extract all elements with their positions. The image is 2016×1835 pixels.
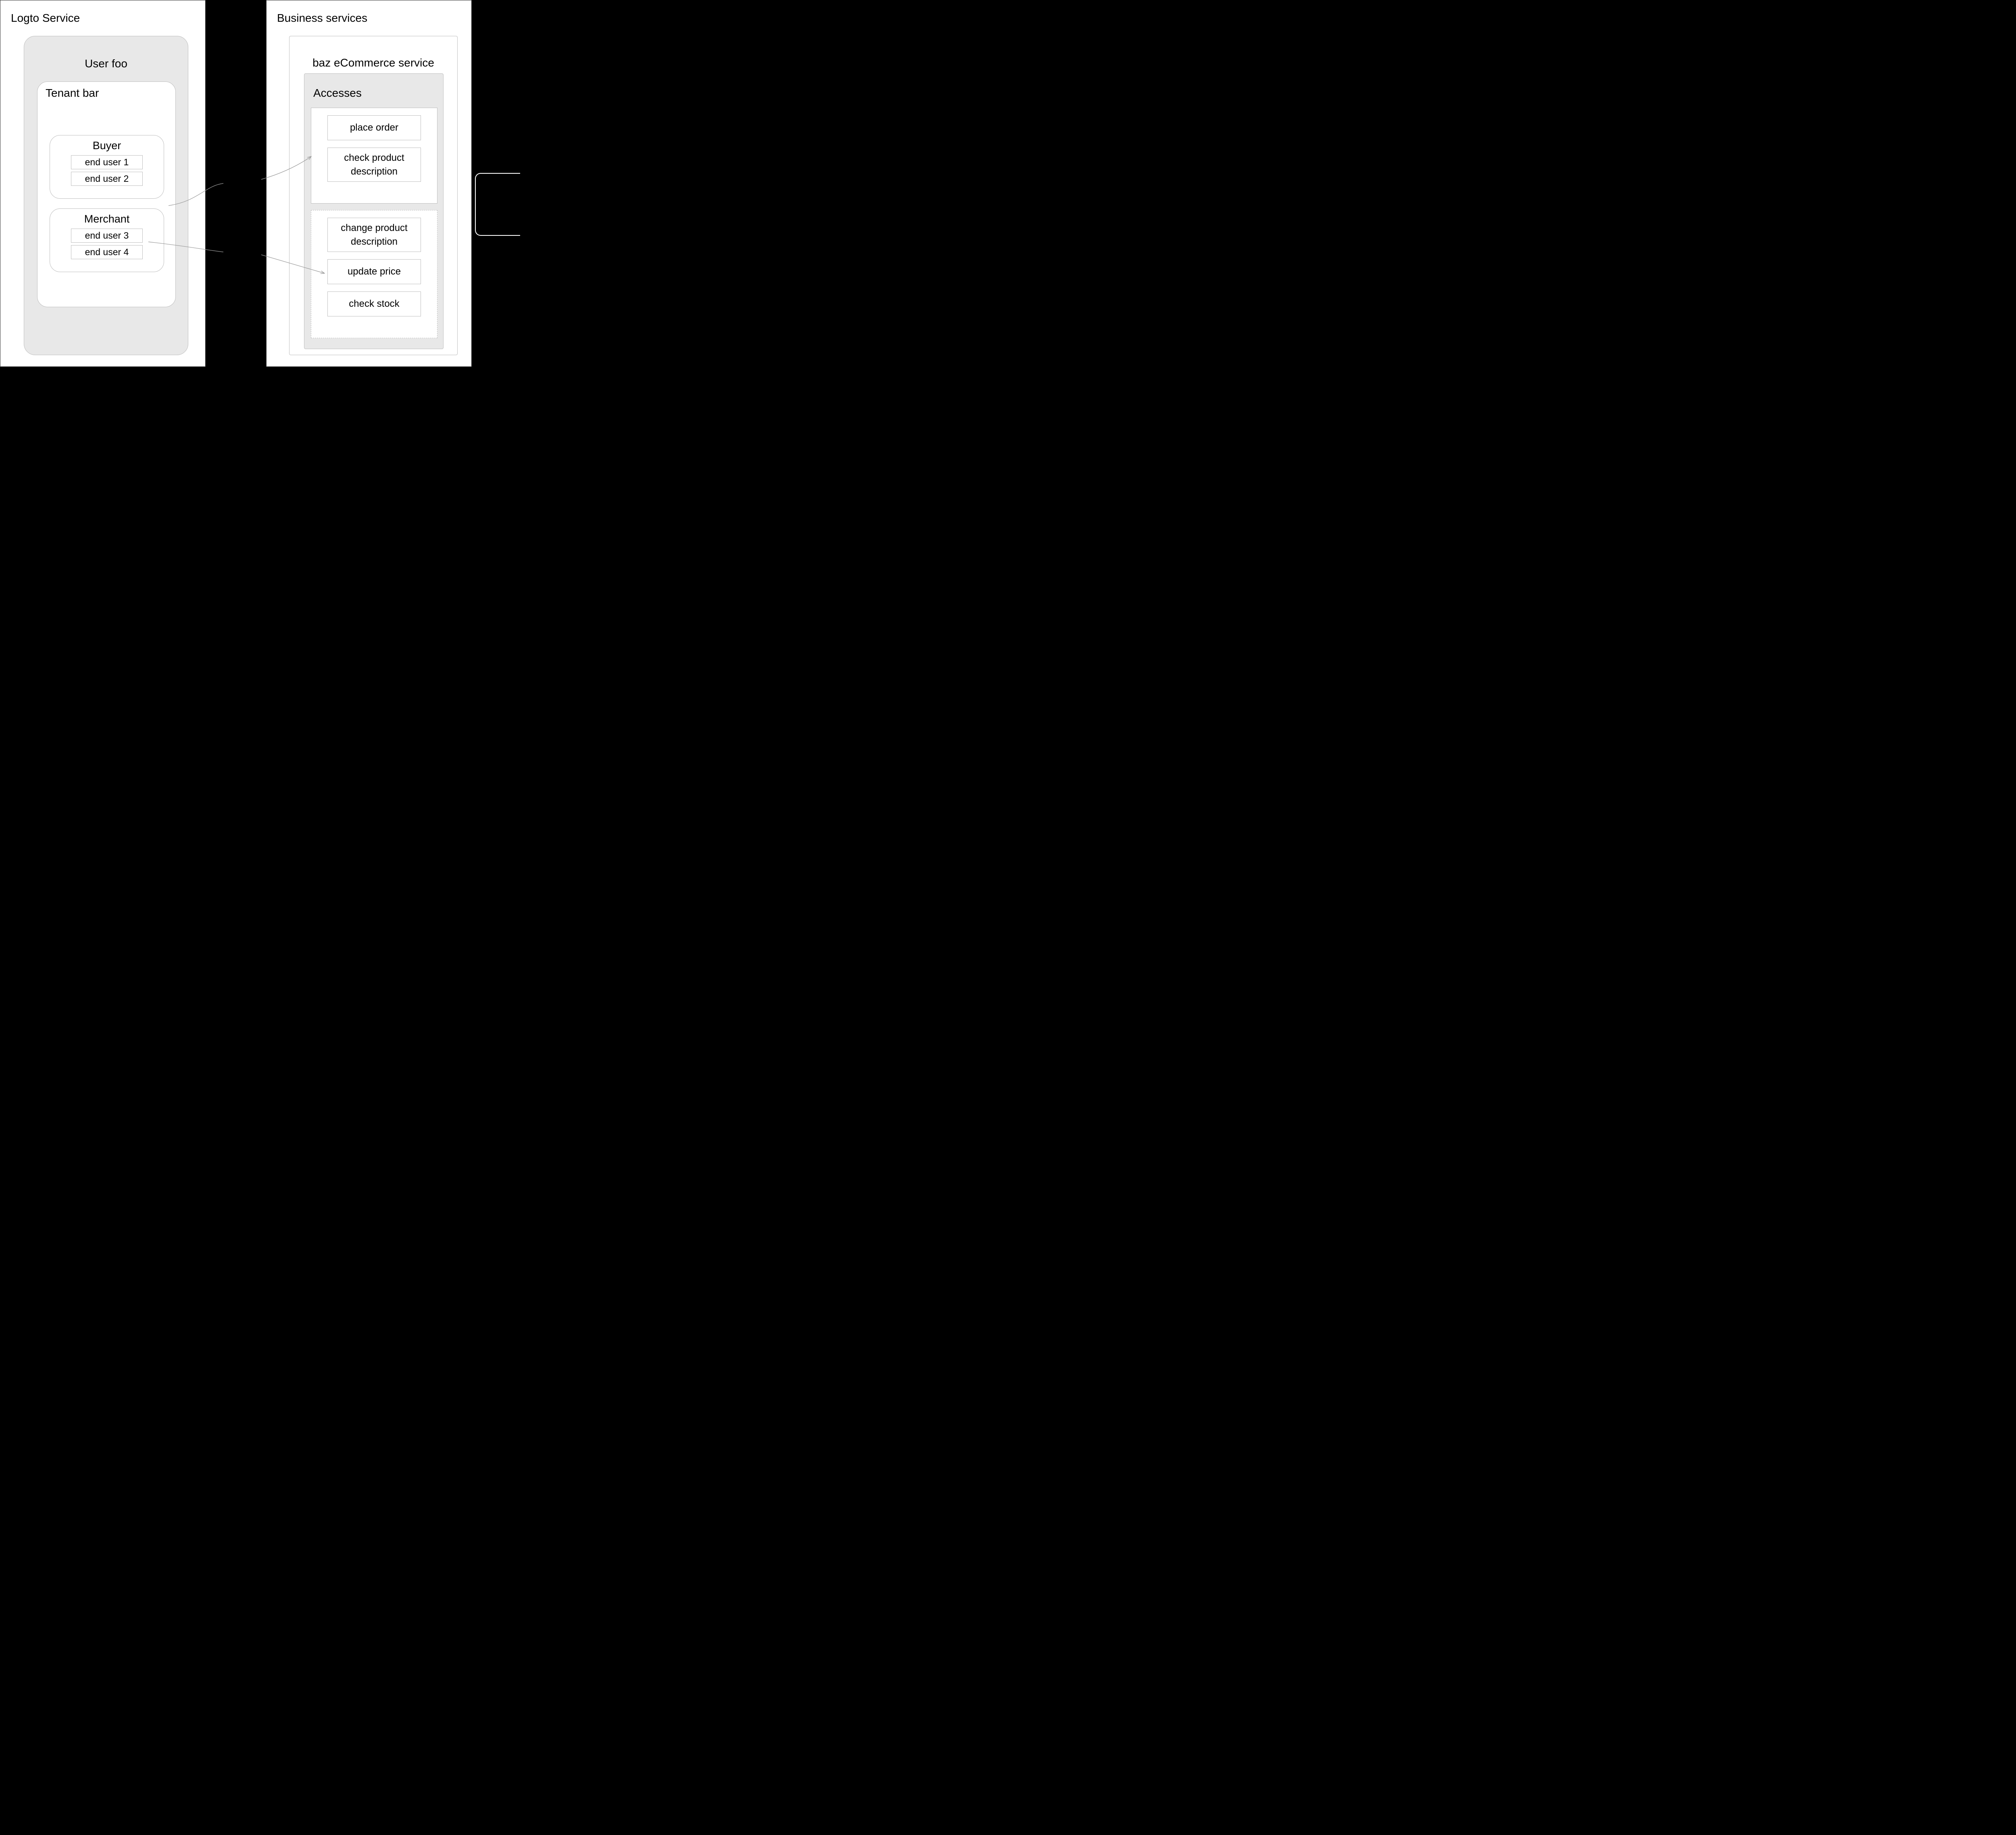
merchant-role-title: Merchant [50,209,164,229]
permission-item: update price [327,259,421,284]
user-foo-box: User foo Tenant bar Buyer end user 1 end… [24,36,188,355]
user-foo-title: User foo [24,36,188,70]
permission-item: check stock [327,291,421,316]
permission-item: check product description [327,148,421,182]
buyer-role-box: Buyer end user 1 end user 2 [50,135,164,199]
business-services-panel: Business services baz eCommerce service … [266,0,472,367]
permission-item: place order [327,115,421,140]
permission-group-solid: place order check product description [311,108,437,204]
ecommerce-service-title: baz eCommerce service [289,36,457,69]
logto-service-title: Logto Service [0,0,205,25]
tenant-bar-box: Tenant bar Buyer end user 1 end user 2 M… [37,81,176,307]
permission-group-dashed: change product description update price … [311,210,437,338]
accesses-title: Accesses [304,74,443,100]
merchant-role-box: Merchant end user 3 end user 4 [50,208,164,272]
end-user-item: end user 2 [71,172,143,186]
ecommerce-service-box: baz eCommerce service Accesses place ord… [289,36,458,355]
accesses-box: Accesses place order check product descr… [304,73,444,349]
logto-service-panel: Logto Service User foo Tenant bar Buyer … [0,0,206,367]
end-user-item: end user 1 [71,155,143,169]
partial-offscreen-box [475,173,520,236]
tenant-bar-title: Tenant bar [37,82,175,100]
end-user-item: end user 4 [71,245,143,259]
end-user-item: end user 3 [71,229,143,243]
permission-item: change product description [327,218,421,252]
business-services-title: Business services [267,0,471,25]
buyer-role-title: Buyer [50,135,164,155]
